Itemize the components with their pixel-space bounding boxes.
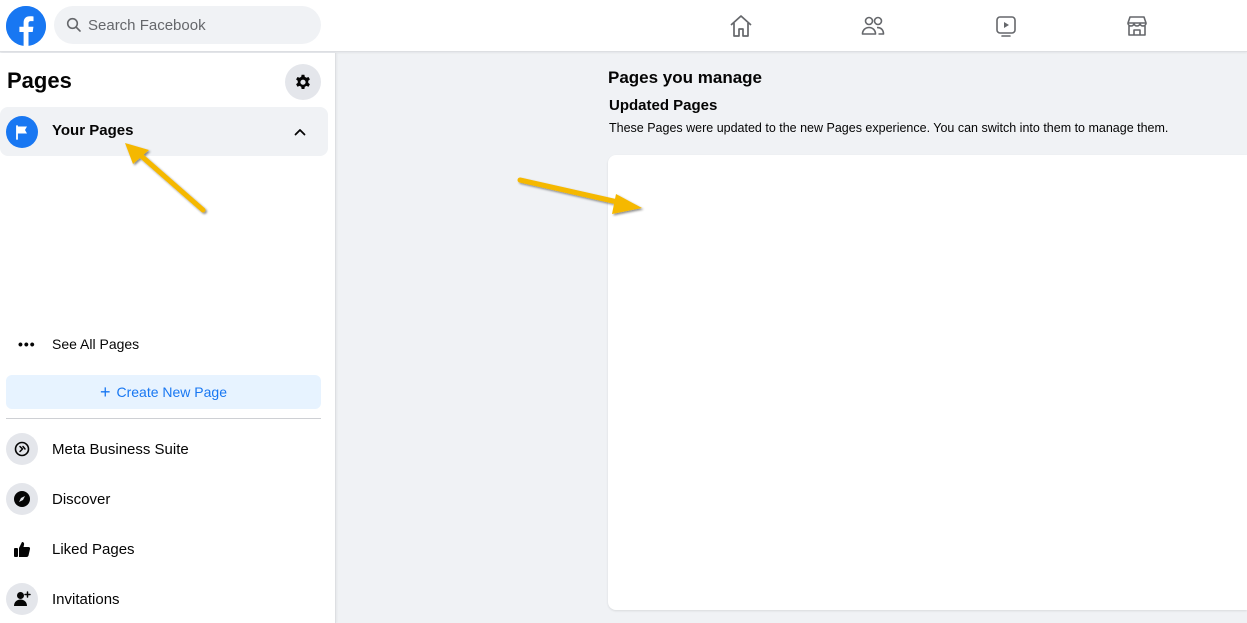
marketplace-icon[interactable] [1121, 10, 1153, 42]
section-description: These Pages were updated to the new Page… [609, 121, 1169, 135]
pages-sidebar: Pages Your Pages ••• See All Pages + Cre… [0, 53, 336, 623]
sidebar-item-label: Discover [52, 490, 111, 508]
create-new-page-label: Create New Page [116, 384, 228, 400]
thumbs-up-icon [6, 533, 38, 565]
sidebar-item-label: Meta Business Suite [52, 440, 189, 458]
home-icon[interactable] [725, 10, 757, 42]
settings-button[interactable] [285, 64, 321, 100]
friends-icon[interactable] [857, 10, 889, 42]
page-title: Pages you manage [608, 68, 763, 87]
sidebar-item-label: Invitations [52, 590, 120, 608]
compass-icon [6, 483, 38, 515]
search-bar[interactable] [54, 6, 321, 44]
see-all-pages-label: See All Pages [52, 336, 140, 352]
sidebar-item-label: Liked Pages [52, 540, 135, 558]
sidebar-item-meta-business-suite[interactable]: Meta Business Suite [6, 427, 321, 471]
your-pages-label: Your Pages [52, 122, 134, 139]
see-all-pages-link[interactable]: ••• See All Pages [18, 336, 139, 352]
section-title: Updated Pages [609, 97, 718, 114]
gear-icon [296, 74, 310, 89]
your-pages-section[interactable]: Your Pages [0, 107, 328, 156]
pages-list-panel [608, 155, 1247, 610]
watch-icon[interactable] [990, 10, 1022, 42]
sidebar-item-discover[interactable]: Discover [6, 477, 321, 521]
sidebar-item-liked-pages[interactable]: Liked Pages [6, 527, 321, 571]
sidebar-title: Pages [7, 68, 72, 93]
more-dots-icon: ••• [18, 336, 36, 352]
add-person-icon [6, 583, 38, 615]
facebook-logo-icon[interactable] [6, 6, 46, 46]
plus-icon: + [99, 382, 111, 402]
create-new-page-button[interactable]: + Create New Page [6, 375, 321, 409]
divider [6, 418, 321, 419]
sidebar-item-invitations[interactable]: Invitations [6, 577, 321, 621]
meta-business-suite-icon [6, 433, 38, 465]
top-navigation-bar [0, 0, 1247, 52]
chevron-up-icon[interactable] [292, 124, 308, 140]
search-input[interactable] [88, 16, 308, 34]
flag-icon [6, 116, 38, 148]
search-icon [66, 17, 81, 32]
